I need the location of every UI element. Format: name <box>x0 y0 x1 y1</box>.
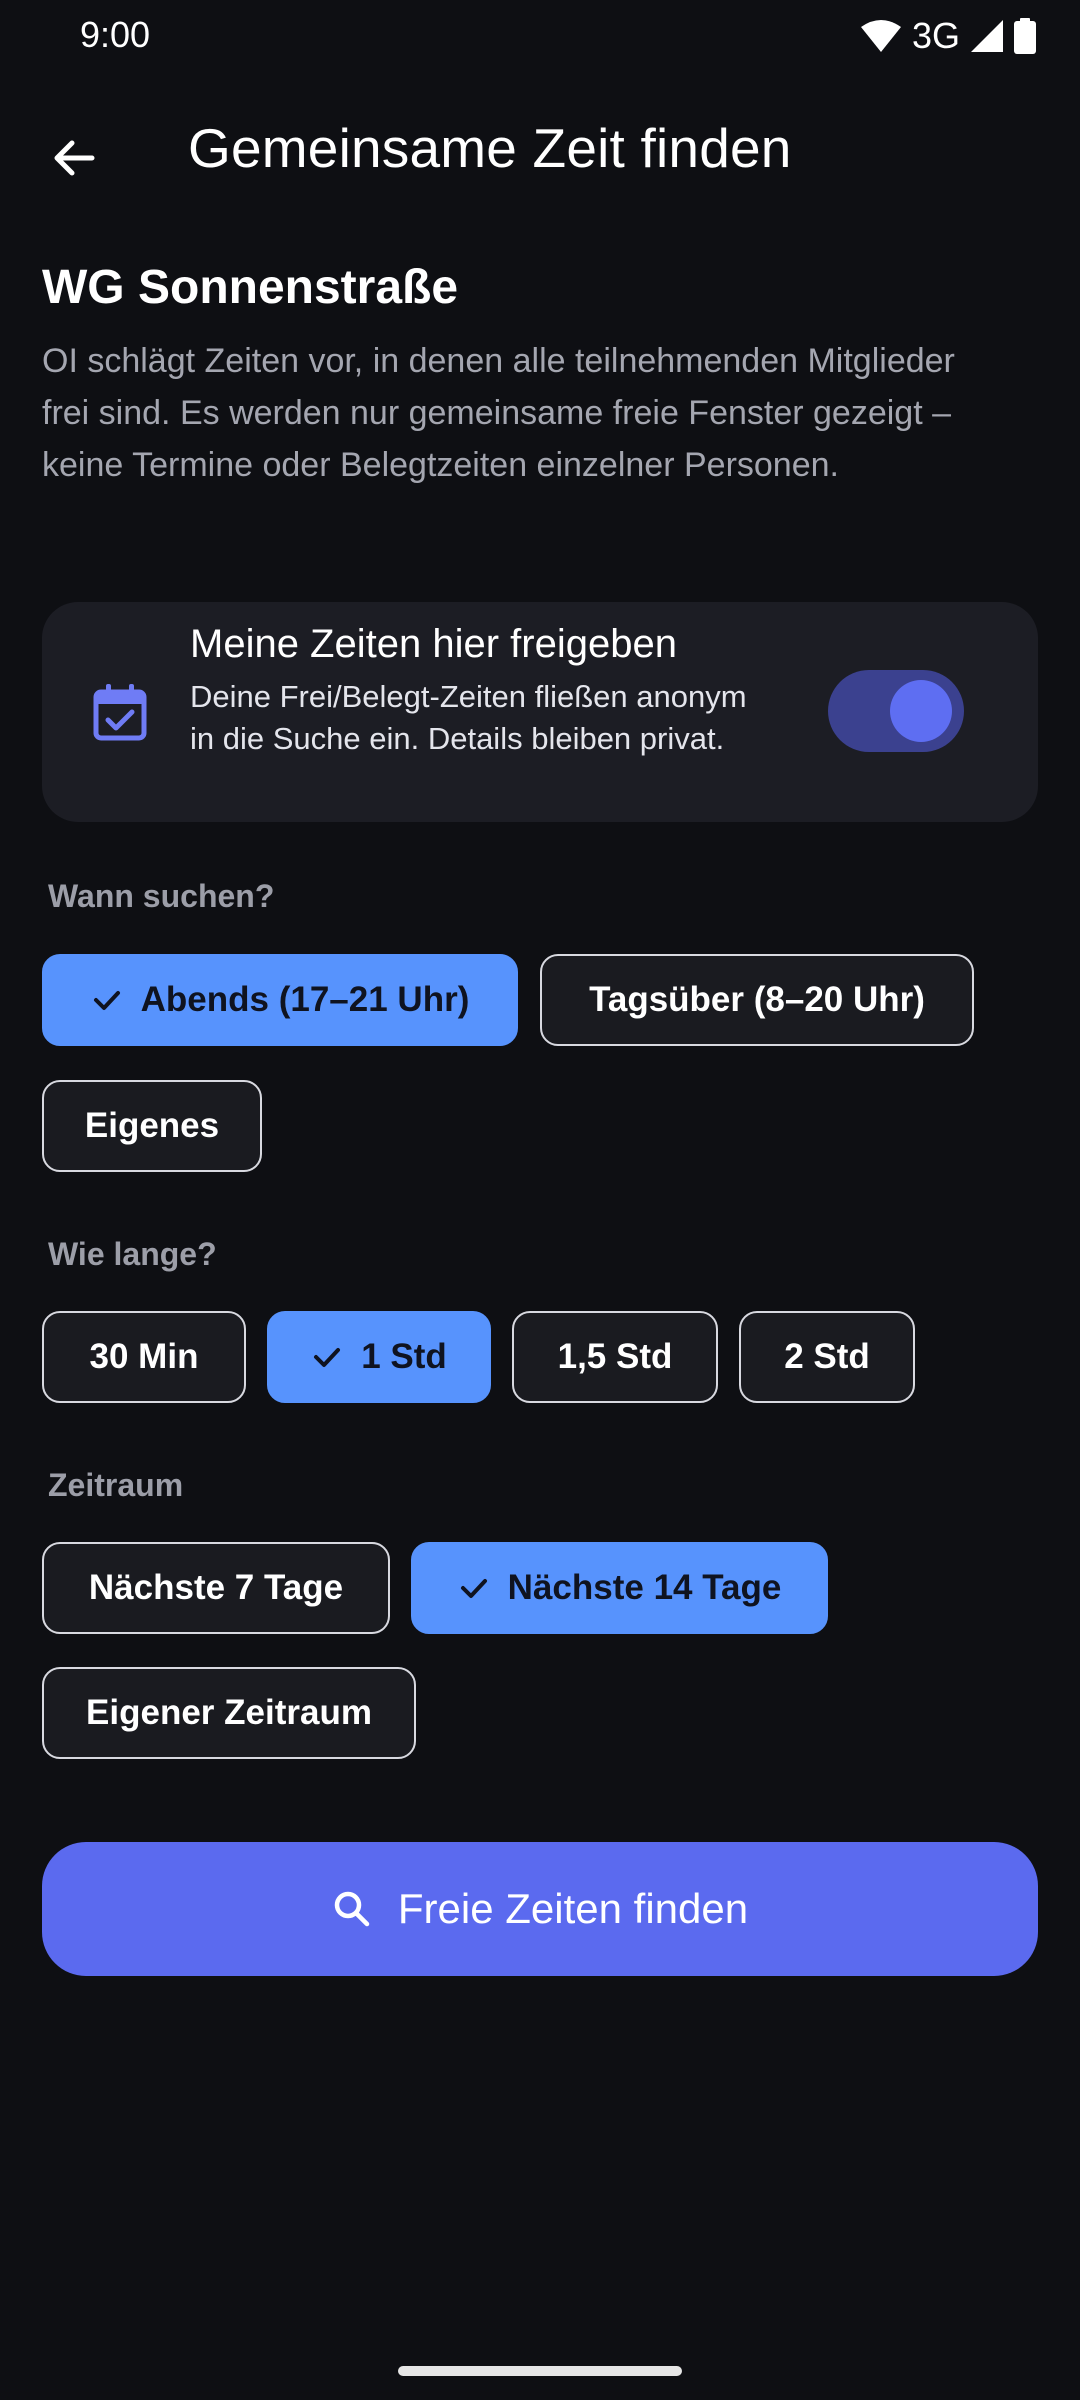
when-label: Wann suchen? <box>48 878 275 914</box>
chip-label: Eigener Zeitraum <box>86 1693 372 1732</box>
chip-14-tage[interactable]: Nächste 14 Tage <box>411 1542 828 1634</box>
find-times-label: Freie Zeiten finden <box>397 1885 749 1932</box>
share-description: Deine Frei/Belegt-Zeiten fließen anonym … <box>190 679 747 756</box>
chip-eigener-zeitraum[interactable]: Eigener Zeitraum <box>42 1667 416 1759</box>
status-bar: 9:00 3G <box>0 0 1080 72</box>
calendar-check-icon <box>93 684 147 741</box>
chip-2-std[interactable]: 2 Std <box>739 1311 915 1403</box>
page-title: Gemeinsame Zeit finden <box>188 117 792 179</box>
share-times-card: Meine Zeiten hier freigeben Deine Frei/B… <box>42 602 1038 822</box>
duration-label: Wie lange? <box>48 1236 217 1272</box>
chip-label: Eigenes <box>84 1106 220 1145</box>
arrow-left-icon <box>54 140 95 176</box>
intro-text: OI schlägt Zeiten vor, in denen alle tei… <box>42 342 955 484</box>
chip-label: Nächste 7 Tage <box>88 1568 344 1607</box>
chip-1-std[interactable]: 1 Std <box>267 1311 491 1403</box>
chip-label: 1,5 Std <box>557 1337 673 1376</box>
chip-label: 30 Min <box>89 1337 199 1376</box>
group-name: WG Sonnenstraße <box>42 261 459 314</box>
chip-30-min[interactable]: 30 Min <box>42 1311 246 1403</box>
battery-icon <box>1014 18 1036 54</box>
app-bar: Gemeinsame Zeit finden <box>0 96 1080 200</box>
check-icon <box>460 1579 487 1598</box>
find-times-button[interactable]: Freie Zeiten finden <box>42 1842 1038 1976</box>
chip-eigenes[interactable]: Eigenes <box>42 1080 262 1172</box>
home-indicator[interactable] <box>398 2366 682 2376</box>
wifi-icon <box>860 20 901 52</box>
search-icon <box>334 1891 370 1927</box>
chip-label: 1 Std <box>361 1337 447 1376</box>
back-button[interactable] <box>30 114 118 202</box>
share-toggle-knob <box>890 680 952 742</box>
check-icon <box>314 1348 341 1367</box>
share-title: Meine Zeiten hier freigeben <box>190 622 677 666</box>
chip-label: Nächste 14 Tage <box>507 1568 782 1607</box>
check-icon <box>93 991 120 1010</box>
chip-tagsueber[interactable]: Tagsüber (8–20 Uhr) <box>540 954 974 1046</box>
share-toggle[interactable] <box>828 670 964 752</box>
network-type: 3G <box>911 15 960 56</box>
chip-1-5-std[interactable]: 1,5 Std <box>512 1311 718 1403</box>
chip-abends[interactable]: Abends (17–21 Uhr) <box>42 954 518 1046</box>
chip-label: Abends (17–21 Uhr) <box>140 980 470 1019</box>
intro-section: WG Sonnenstraße OI schlägt Zeiten vor, i… <box>42 260 1038 491</box>
chip-7-tage[interactable]: Nächste 7 Tage <box>42 1542 390 1634</box>
status-time: 9:00 <box>80 14 151 55</box>
chip-label: 2 Std <box>784 1337 870 1376</box>
signal-icon <box>971 20 1003 52</box>
chip-label: Tagsüber (8–20 Uhr) <box>589 980 925 1019</box>
status-icons: 3G <box>860 14 1036 58</box>
range-label: Zeitraum <box>48 1467 184 1503</box>
